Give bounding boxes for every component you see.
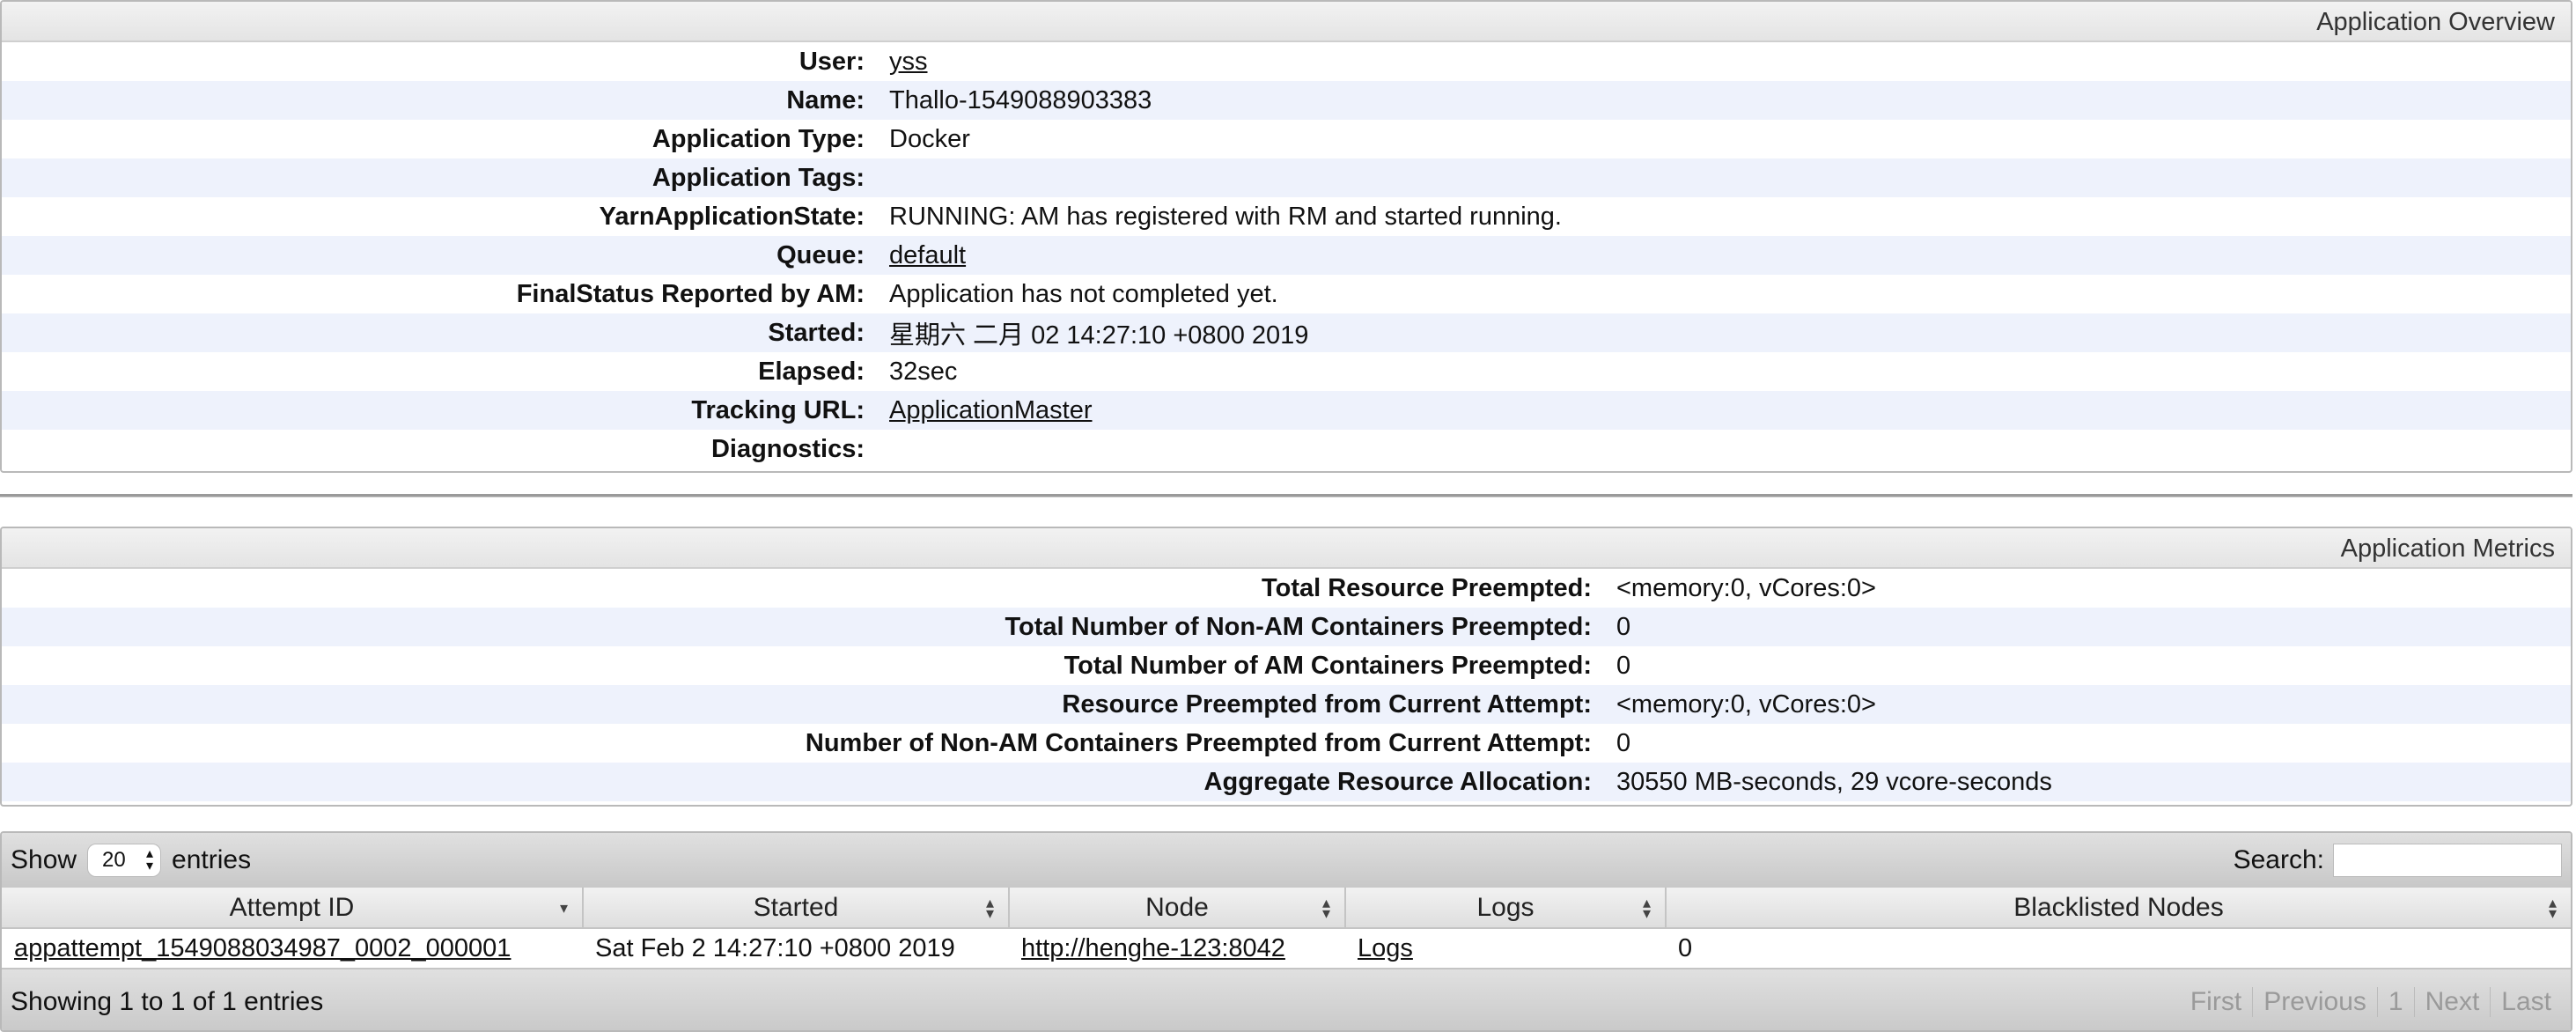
overview-row-tags: Application Tags:: [2, 158, 2571, 197]
table-summary: Showing 1 to 1 of 1 entries: [11, 987, 324, 1016]
overview-title: Application Overview: [2, 2, 2571, 42]
sort-desc-icon: ▾: [559, 898, 568, 917]
blacklisted-nodes-cell: 0: [1666, 928, 2571, 969]
overview-row-diagnostics: Diagnostics:: [2, 430, 2571, 468]
non-am-current-label: Number of Non-AM Containers Preempted fr…: [805, 728, 1592, 757]
logs-link[interactable]: Logs: [1358, 934, 1413, 962]
page-size-value: 20: [102, 848, 126, 872]
metrics-row-am: Total Number of AM Containers Preempted:…: [2, 646, 2571, 685]
column-header-logs[interactable]: Logs ▴ ▾: [1345, 888, 1667, 929]
section-divider: [0, 494, 2572, 498]
diagnostics-label: Diagnostics:: [710, 434, 865, 463]
queue-label: Queue:: [776, 240, 865, 269]
pager-page-1-button[interactable]: 1: [2376, 987, 2414, 1017]
sort-both-icon: ▴ ▾: [1321, 893, 1330, 922]
attempt-started-cell: Sat Feb 2 14:27:10 +0800 2019: [583, 928, 1009, 969]
application-overview-panel: Application Overview User: yss Name: Tha…: [0, 0, 2572, 473]
aggregate-allocation-label: Aggregate Resource Allocation:: [1203, 767, 1592, 796]
sort-both-icon: ▴ ▾: [2548, 893, 2557, 922]
overview-row-type: Application Type: Docker: [2, 120, 2571, 158]
application-metrics-panel: Application Metrics Total Resource Preem…: [0, 527, 2572, 807]
overview-row-user: User: yss: [2, 42, 2571, 81]
name-value: Thallo-1549088903383: [889, 85, 1152, 114]
node-link[interactable]: http://henghe-123:8042: [1021, 934, 1285, 962]
pager-last-button[interactable]: Last: [2490, 987, 2562, 1017]
name-label: Name:: [786, 85, 865, 114]
select-arrows-icon: ▴ ▾: [146, 846, 154, 874]
current-attempt-preempted-label: Resource Preempted from Current Attempt:: [1062, 689, 1592, 719]
user-link[interactable]: yss: [889, 48, 928, 76]
metrics-row-current-attempt: Resource Preempted from Current Attempt:…: [2, 685, 2571, 724]
table-row: appattempt_1549088034987_0002_000001 Sat…: [2, 928, 2571, 969]
search-input[interactable]: [2333, 844, 2562, 877]
aggregate-allocation-value: 30550 MB-seconds, 29 vcore-seconds: [1616, 767, 2052, 796]
attempts-table: Attempt ID ▾ Started ▴ ▾ Node ▴ ▾ Logs ▴ ▾ …: [2, 888, 2571, 969]
queue-link[interactable]: default: [889, 241, 966, 269]
pager-next-button[interactable]: Next: [2413, 987, 2491, 1017]
user-label: User:: [799, 47, 865, 76]
yarn-state-value: RUNNING: AM has registered with RM and s…: [889, 202, 1562, 231]
attempt-id-link[interactable]: appattempt_1549088034987_0002_000001: [14, 934, 511, 962]
current-attempt-preempted-value: <memory:0, vCores:0>: [1616, 689, 1876, 719]
non-am-current-value: 0: [1616, 728, 1631, 757]
overview-rows: User: yss Name: Thallo-1549088903383 App…: [2, 42, 2571, 468]
elapsed-value: 32sec: [889, 357, 958, 386]
application-type-value: Docker: [889, 124, 970, 153]
column-header-node[interactable]: Node ▴ ▾: [1009, 888, 1346, 929]
page-size-select[interactable]: 20 ▴ ▾: [87, 844, 162, 877]
overview-row-tracking: Tracking URL: ApplicationMaster: [2, 391, 2571, 430]
tracking-url-link[interactable]: ApplicationMaster: [889, 396, 1093, 424]
non-am-preempted-value: 0: [1616, 612, 1631, 641]
pager-previous-button[interactable]: Previous: [2252, 987, 2377, 1017]
application-tags-label: Application Tags:: [651, 163, 865, 192]
overview-row-elapsed: Elapsed: 32sec: [2, 352, 2571, 391]
attempts-table-widget: Show 20 ▴ ▾ entries Search: Attempt ID ▾ …: [0, 831, 2572, 1032]
overview-row-name: Name: Thallo-1549088903383: [2, 81, 2571, 120]
non-am-preempted-label: Total Number of Non-AM Containers Preemp…: [1005, 612, 1593, 641]
metrics-title: Application Metrics: [2, 528, 2571, 569]
total-preempted-label: Total Resource Preempted:: [1262, 573, 1592, 602]
column-header-blacklisted-nodes[interactable]: Blacklisted Nodes ▴ ▾: [1666, 888, 2571, 929]
metrics-row-aggregate: Aggregate Resource Allocation: 30550 MB-…: [2, 763, 2571, 801]
tracking-url-label: Tracking URL:: [691, 395, 865, 424]
sort-both-icon: ▴ ▾: [1642, 893, 1651, 922]
elapsed-label: Elapsed:: [758, 357, 865, 386]
application-type-label: Application Type:: [651, 124, 865, 153]
entries-label: entries: [172, 845, 252, 874]
am-preempted-label: Total Number of AM Containers Preempted:: [1064, 651, 1592, 680]
column-header-started[interactable]: Started ▴ ▾: [583, 888, 1010, 929]
am-preempted-value: 0: [1616, 651, 1631, 680]
sort-both-icon: ▴ ▾: [985, 893, 994, 922]
overview-row-finalstatus: FinalStatus Reported by AM: Application …: [2, 275, 2571, 313]
metrics-row-total-preempted: Total Resource Preempted: <memory:0, vCo…: [2, 569, 2571, 608]
metrics-row-non-am: Total Number of Non-AM Containers Preemp…: [2, 608, 2571, 646]
column-header-attempt-id[interactable]: Attempt ID ▾: [2, 888, 584, 929]
started-value: 星期六 二月 02 14:27:10 +0800 2019: [889, 321, 1309, 350]
table-toolbar: Show 20 ▴ ▾ entries Search:: [2, 833, 2571, 888]
overview-row-state: YarnApplicationState: RUNNING: AM has re…: [2, 197, 2571, 236]
table-footer: Showing 1 to 1 of 1 entries First Previo…: [2, 969, 2571, 1030]
pagination: First Previous 1 Next Last: [2180, 987, 2562, 1017]
table-header-row: Attempt ID ▾ Started ▴ ▾ Node ▴ ▾ Logs ▴ ▾ …: [2, 888, 2571, 929]
show-label: Show: [11, 845, 77, 874]
metrics-row-non-am-current: Number of Non-AM Containers Preempted fr…: [2, 724, 2571, 763]
search-label: Search:: [2233, 845, 2324, 874]
yarn-state-label: YarnApplicationState:: [599, 202, 865, 231]
total-preempted-value: <memory:0, vCores:0>: [1616, 573, 1876, 602]
pager-first-button[interactable]: First: [2180, 987, 2252, 1017]
final-status-label: FinalStatus Reported by AM:: [516, 279, 865, 308]
final-status-value: Application has not completed yet.: [889, 279, 1278, 308]
started-label: Started:: [768, 318, 865, 347]
overview-row-queue: Queue: default: [2, 236, 2571, 275]
overview-row-started: Started: 星期六 二月 02 14:27:10 +0800 2019: [2, 313, 2571, 352]
